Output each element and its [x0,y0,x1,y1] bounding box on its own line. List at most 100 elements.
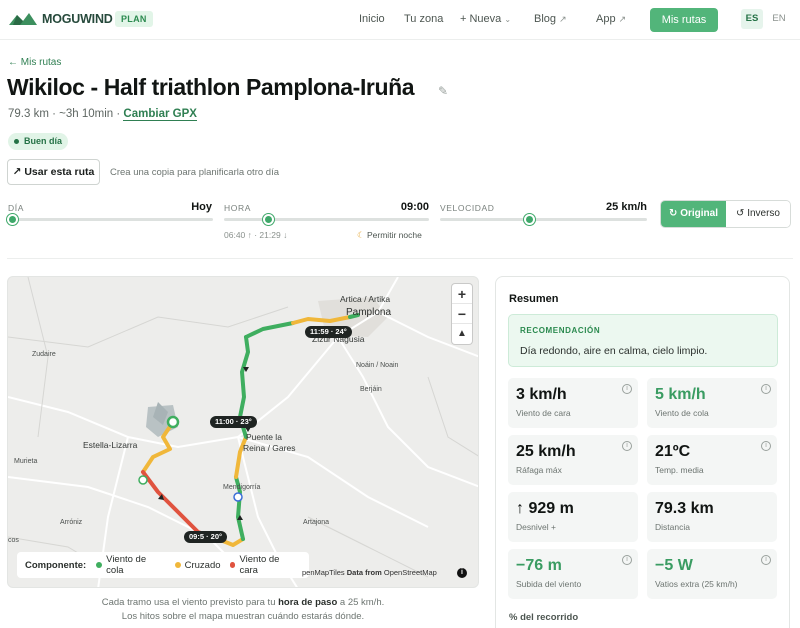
legend-dot-icon [229,562,236,568]
map-time-tag: 09:5 · 20° [184,531,228,543]
nav-link-app-label: App [596,13,616,25]
map-place-estella: Estella-Lizarra [83,440,138,450]
stat-label: Subida del viento [516,579,582,589]
use-route-button[interactable]: ↗ Usar esta ruta [7,159,100,185]
speed-slider-thumb[interactable] [524,214,535,225]
stat-label: Ráfaga máx [516,465,562,475]
route-distance: 79.3 km [8,108,49,120]
speed-slider-track[interactable] [440,218,647,221]
moon-icon: ☾ [357,230,365,240]
nav-link-blog[interactable]: Blog ↗ [534,13,567,25]
info-icon[interactable]: i [761,555,771,565]
nav-link-inicio[interactable]: Inicio [359,13,385,25]
nav-link-blog-label: Blog [534,13,557,25]
legend-item-label: Cruzado [184,559,221,571]
info-icon[interactable]: i [622,555,632,565]
day-slider-thumb[interactable] [7,214,18,225]
stat-value: −76 m [516,557,562,574]
map-place-berjain: Berjáin [360,386,382,393]
info-icon[interactable]: i [622,441,632,451]
legend-label: Componente: [25,559,87,571]
route-percentage-label: % del recorrido [509,612,579,623]
legend-item-label: Viento de cara [239,554,280,576]
map-place-cos: cos [8,537,19,544]
page-title: Wikiloc - Half triathlon Pamplona-Iruña [7,74,415,100]
day-status-badge: Buen día [8,133,69,150]
original-direction-button[interactable]: ↻ Original [661,201,726,227]
inverse-button-label: Inverso [747,208,780,219]
my-routes-button[interactable]: Mis rutas [650,8,718,32]
compass-reset-button[interactable]: ▲ [452,324,472,344]
hour-slider-label: HORA [224,203,251,213]
map-zoom-controls: + − ▲ [452,284,472,344]
route-meta: 79.3 km · ~3h 10min · Cambiar GPX [8,108,197,121]
edit-title-icon[interactable]: ✎ [438,84,448,98]
caption-post: a 25 km/h. [339,597,385,608]
nav-link-tu-zona[interactable]: Tu zona [404,13,443,25]
original-button-label: Original [680,208,718,219]
attribution-data-label: Data from [346,568,382,577]
stat-label: Viento de cara [516,408,571,418]
top-nav: MOGUWIND PLAN Inicio Tu zona + Nueva ⌄ B… [0,0,800,40]
map-place-arroniz: Arróniz [60,519,83,526]
hour-slider-thumb[interactable] [263,214,274,225]
legend-item-tailwind: Viento de cola [96,554,165,576]
logo[interactable]: MOGUWIND [8,11,113,27]
stat-value: 79.3 km [655,500,714,517]
attribution-tiles: penMapTiles [302,568,345,577]
recommendation-text: Día redondo, aire en calma, cielo limpio… [520,345,708,357]
stat-value: −5 W [655,557,693,574]
stat-value: ↑ 929 m [516,500,574,517]
allow-night-toggle[interactable]: ☾ Permitir noche [357,230,422,241]
stat-label: Vatios extra (25 km/h) [655,579,738,589]
legend-dot-icon [96,562,103,568]
inverse-direction-button[interactable]: ↺ Inverso [726,201,790,227]
info-icon[interactable]: i [761,384,771,394]
nav-link-nueva[interactable]: + Nueva ⌄ [460,13,511,25]
plan-badge: PLAN [115,11,153,27]
hour-slider-track[interactable] [224,218,429,221]
map-caption: Cada tramo usa el viento previsto para t… [7,596,479,624]
allow-night-label: Permitir noche [367,230,422,240]
attribution-osm: OpenStreetMap [383,568,437,577]
map-attribution[interactable]: penMapTiles Data from OpenStreetMap [302,568,437,577]
stat-distance: 79.3 km Distancia [647,492,777,542]
day-slider-track[interactable] [8,218,213,221]
map-place-artajona: Artajona [303,519,330,526]
lang-es-button[interactable]: ES [741,9,763,29]
stat-tailwind: 5 km/h Viento de cola i [647,378,777,428]
info-icon[interactable]: i [761,441,771,451]
caption-pre: Cada tramo usa el viento previsto para t… [101,597,276,608]
brand-name: MOGUWIND [42,12,113,26]
nav-link-nueva-label: + Nueva [460,13,502,25]
chevron-down-icon: ⌄ [504,15,512,24]
day-slider-value: Hoy [191,201,212,213]
refresh-icon: ↻ [669,208,678,219]
nav-link-app[interactable]: App ↗ [596,13,626,25]
zoom-out-button[interactable]: − [452,304,472,324]
lang-en-button[interactable]: EN [768,9,790,29]
map-info-icon[interactable]: i [457,568,467,578]
legend-item-crosswind: Cruzado [174,559,221,571]
section-divider [7,258,793,259]
route-duration: ~3h 10min [59,108,114,120]
stat-headwind: 3 km/h Viento de cara i [508,378,638,428]
stat-value: 3 km/h [516,386,567,403]
stat-value: 25 km/h [516,443,576,460]
stat-extra-watts: −5 W Vatios extra (25 km/h) i [647,549,777,599]
zoom-in-button[interactable]: + [452,284,472,304]
hour-slider-value: 09:00 [400,201,429,213]
route-map[interactable]: Artica / Artika Pamplona Zizur Nagusia N… [7,276,479,588]
summary-title: Resumen [509,293,559,305]
logo-mark-icon [9,13,37,25]
change-gpx-link[interactable]: Cambiar GPX [123,108,197,121]
recommendation-box: RECOMENDACIÓN Día redondo, aire en calma… [508,314,778,367]
external-link-icon: ↗ [618,14,627,24]
map-time-tag: 11:00 · 23° [210,416,257,428]
map-legend: Componente: Viento de cola Cruzado Vient… [17,552,309,578]
info-icon[interactable]: i [622,384,632,394]
stat-wind-climb: −76 m Subida del viento i [508,549,638,599]
day-slider-label: DÍA [8,203,24,213]
back-to-routes-link[interactable]: ← Mis rutas [8,57,61,68]
map-place-murieta: Murieta [14,458,38,465]
